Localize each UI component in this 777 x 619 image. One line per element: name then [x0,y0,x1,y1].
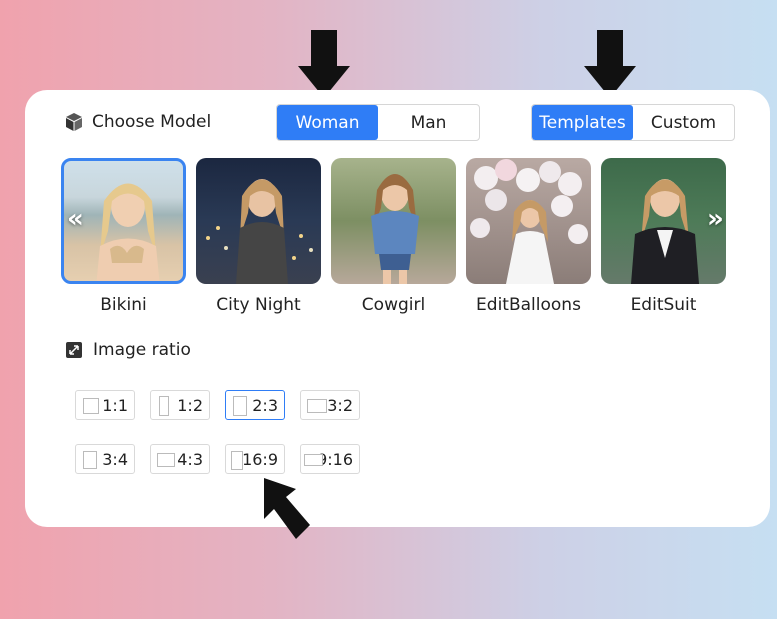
cube-icon [66,113,82,131]
ratio-label: 3:4 [102,449,128,469]
choose-model-header: Choose Model [64,112,211,132]
ratio-shape-icon [159,396,169,416]
template-name: City Night [216,295,301,315]
ratio-label: 16:9 [242,449,278,469]
template-city-night[interactable]: City Night [196,158,321,315]
resize-icon [66,342,82,358]
ratio-label: 2:3 [252,395,278,415]
ratio-label: 1:1 [102,395,128,415]
template-name: Cowgirl [361,295,426,315]
ratio-label: 1:2 [177,395,203,415]
template-thumbnail [331,158,456,284]
carousel-next-icon[interactable]: » [707,204,724,234]
template-cowgirl[interactable]: Cowgirl [331,158,456,315]
custom-option[interactable]: Custom [633,105,734,140]
image-ratio-label: Image ratio [93,340,191,360]
ratio-label: 4:3 [177,449,203,469]
templates-option[interactable]: Templates [532,105,633,140]
template-name: Bikini [100,295,147,315]
template-thumbnail [466,158,591,284]
mode-toggle: Templates Custom [531,104,735,141]
woman-option[interactable]: Woman [277,105,378,140]
template-editballoons[interactable]: EditBalloons [466,158,591,315]
template-carousel: Bikini City Night Cowgirl EditBalloons E… [61,158,729,315]
ratio-option-3-4[interactable]: 3:4 [75,444,135,474]
ratio-shape-icon [83,398,99,414]
choose-model-label: Choose Model [92,112,212,132]
ratio-option-4-3[interactable]: 4:3 [150,444,210,474]
ratio-shape-icon [307,399,327,413]
model-settings-card: Choose Model Woman Man Templates Custom … [25,90,770,527]
carousel-prev-icon[interactable]: « [67,204,84,234]
ratio-shape-icon [157,453,175,467]
image-ratio-header: Image ratio [65,340,191,360]
pointer-arrow-icon [264,478,310,539]
ratio-shape-icon [304,454,323,466]
ratio-option-1-1[interactable]: 1:1 [75,390,135,420]
ratio-option-2-3[interactable]: 2:3 [225,390,285,420]
ratio-option-16-9[interactable]: 16:9 [225,444,285,474]
ratio-option-3-2[interactable]: 3:2 [300,390,360,420]
ratio-label: 3:2 [327,395,353,415]
ratio-shape-icon [83,451,97,469]
template-name: EditSuit [630,295,697,315]
template-name: EditBalloons [476,295,581,315]
ratio-option-9-16[interactable]: 9:16 [300,444,360,474]
template-thumbnail [196,158,321,284]
ratio-shape-icon [231,451,243,470]
gender-toggle: Woman Man [276,104,480,141]
ratio-option-1-2[interactable]: 1:2 [150,390,210,420]
ratio-shape-icon [233,396,247,416]
man-option[interactable]: Man [378,105,479,140]
